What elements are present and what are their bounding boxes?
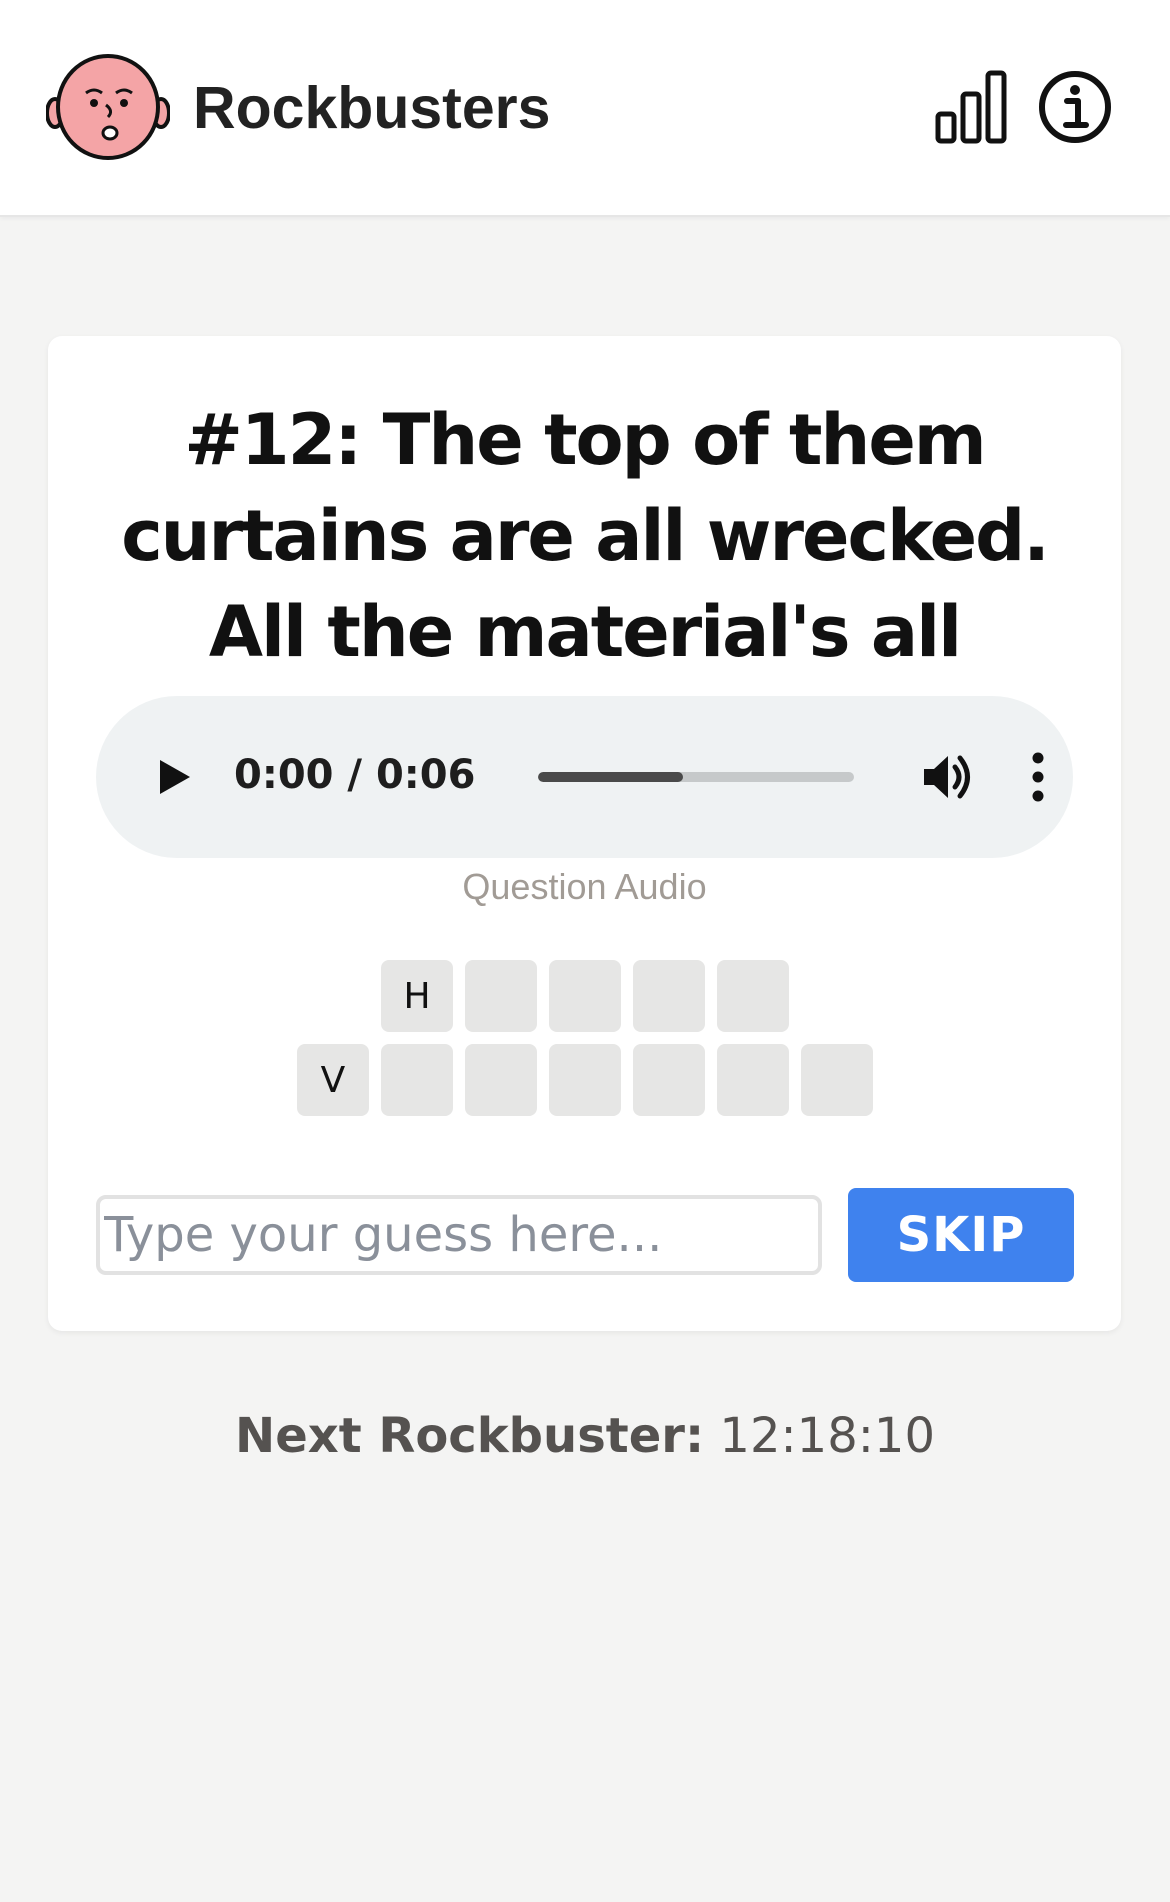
info-icon[interactable] (1038, 70, 1112, 144)
letter-tile (633, 960, 705, 1032)
letter-tile (801, 1044, 873, 1116)
audio-time-display: 0:00 / 0:06 (234, 752, 476, 798)
next-rockbuster-time: 12:18:10 (719, 1408, 935, 1464)
answer-word-2: V (297, 1044, 873, 1116)
game-card: #12: The top of them curtains are all wr… (48, 336, 1121, 1331)
letter-tile: H (381, 960, 453, 1032)
volume-icon[interactable] (922, 752, 974, 802)
letter-tile (717, 1044, 789, 1116)
letter-tile (549, 960, 621, 1032)
letter-tile (717, 960, 789, 1032)
audio-player: 0:00 / 0:06 (96, 696, 1073, 858)
play-icon[interactable] (158, 758, 192, 796)
audio-progress-slider[interactable] (538, 772, 854, 782)
letter-tile (465, 960, 537, 1032)
guess-input[interactable] (96, 1195, 822, 1275)
letter-tile (465, 1044, 537, 1116)
audio-progress-fill (538, 772, 684, 782)
letter-tile: V (297, 1044, 369, 1116)
bar-chart-icon[interactable] (935, 70, 1007, 144)
answer-word-1: H (381, 960, 789, 1032)
app-title: Rockbusters (193, 75, 551, 141)
skip-button[interactable]: SKIP (848, 1188, 1074, 1282)
audio-caption: Question Audio (462, 866, 707, 907)
more-options-icon[interactable] (1030, 750, 1046, 804)
next-rockbuster-label: Next Rockbuster: (235, 1408, 705, 1464)
app-header: Rockbusters (0, 0, 1170, 217)
next-rockbuster-countdown: Next Rockbuster: 12:18:10 (0, 1408, 1170, 1464)
letter-tile (549, 1044, 621, 1116)
letter-tile (633, 1044, 705, 1116)
bald-head-logo-icon (46, 54, 170, 160)
letter-tile (381, 1044, 453, 1116)
